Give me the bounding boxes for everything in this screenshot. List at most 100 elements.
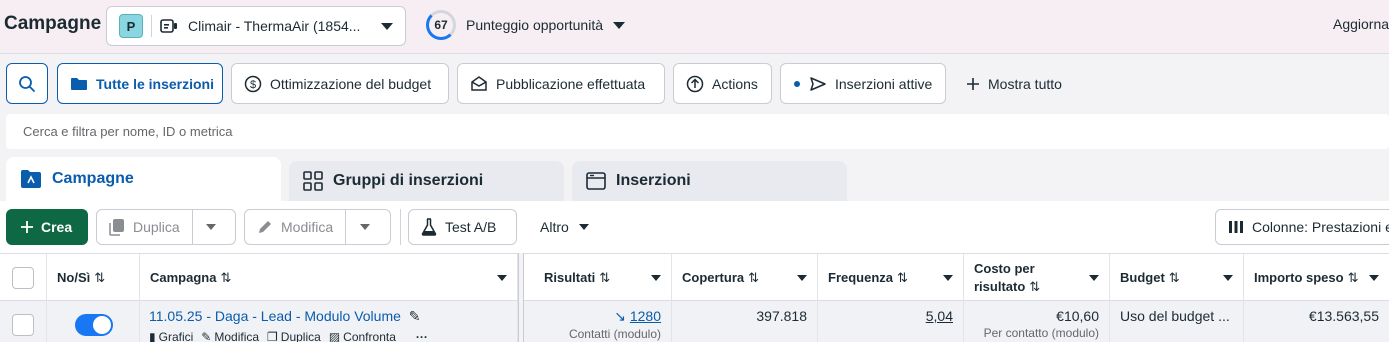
row-results-cell: ↘ 1280 Contatti (modulo) bbox=[524, 301, 672, 342]
arrow-up-circle-icon bbox=[686, 75, 704, 93]
duplicate-action[interactable]: ❐ Duplica bbox=[267, 330, 321, 342]
top-bar: Campagne P Climair - ThermaAir (1854... … bbox=[0, 0, 1389, 54]
reach-value: 397.818 bbox=[756, 308, 807, 324]
duplicate-dropdown[interactable] bbox=[191, 210, 230, 244]
col-campaign[interactable]: Campagna ⇅ bbox=[140, 254, 518, 301]
chevron-down-icon bbox=[613, 21, 625, 29]
pencil-icon: ✎ bbox=[201, 330, 212, 342]
col-budget-label: Budget bbox=[1120, 269, 1165, 285]
opportunity-score[interactable]: 67 Punteggio opportunità bbox=[426, 10, 625, 40]
campaign-toggle[interactable] bbox=[75, 314, 113, 336]
filter-all-ads[interactable]: Tutte le inserzioni bbox=[57, 63, 223, 104]
sort-icon: ⇅ bbox=[748, 269, 760, 285]
page-title: Campagne bbox=[4, 13, 102, 34]
duplicate-label: Duplica bbox=[280, 330, 321, 342]
duplicate-label: Duplica bbox=[133, 219, 180, 235]
account-selector[interactable]: P Climair - ThermaAir (1854... bbox=[106, 6, 406, 46]
chevron-down-icon bbox=[651, 274, 661, 281]
row-checkbox[interactable] bbox=[12, 314, 34, 336]
col-onoff[interactable]: No/Sì ⇅ bbox=[47, 254, 140, 301]
col-reach[interactable]: Copertura ⇅ bbox=[672, 254, 818, 301]
filter-published[interactable]: Pubblicazione effettuata bbox=[457, 63, 665, 104]
more-button[interactable]: Altro bbox=[528, 209, 601, 245]
account-avatar: P bbox=[119, 14, 143, 38]
row-budget-cell: Uso del budget ... bbox=[1110, 301, 1244, 342]
update-button[interactable]: Aggiorna bbox=[1333, 16, 1389, 32]
filter-actions[interactable]: Actions bbox=[673, 63, 772, 104]
results-sub: Contatti (modulo) bbox=[568, 327, 661, 341]
filter-bar: Tutte le inserzioni $ Ottimizzazione del… bbox=[0, 55, 1389, 113]
envelope-icon bbox=[470, 75, 488, 92]
pencil-icon[interactable]: ✎ bbox=[409, 308, 421, 324]
more-options-icon[interactable]: ··· bbox=[416, 330, 428, 342]
tab-campaigns[interactable]: Campagne bbox=[6, 157, 281, 201]
col-results[interactable]: Risultati ⇅ bbox=[524, 254, 672, 301]
columns-label: Colonne: Prestazioni e bbox=[1252, 219, 1389, 235]
edit-label: Modifica bbox=[214, 330, 260, 342]
tab-ads[interactable]: Inserzioni bbox=[572, 161, 847, 201]
folder-icon bbox=[70, 77, 88, 91]
columns-button[interactable]: Colonne: Prestazioni e bbox=[1215, 209, 1389, 245]
chevron-down-icon bbox=[381, 22, 393, 30]
score-ring: 67 bbox=[426, 10, 456, 40]
column-freeze-divider[interactable] bbox=[518, 253, 524, 342]
campaign-name: 11.05.25 - Daga - Lead - Modulo Volume bbox=[149, 308, 401, 324]
sort-icon: ⇅ bbox=[897, 269, 908, 285]
show-all-button[interactable]: Mostra tutto bbox=[954, 63, 1074, 104]
compare-icon: ▨ bbox=[328, 330, 341, 342]
frequency-value[interactable]: 5,04 bbox=[926, 308, 953, 324]
search-input[interactable] bbox=[6, 114, 1389, 149]
search-bar bbox=[6, 114, 1389, 149]
table-header: No/Sì ⇅ Campagna ⇅ Risultati ⇅ Copertura ⇅ … bbox=[0, 253, 1389, 301]
plus-icon bbox=[966, 77, 980, 91]
pencil-icon bbox=[257, 219, 273, 235]
ab-test-button[interactable]: Test A/B bbox=[408, 209, 517, 245]
edit-label: Modifica bbox=[281, 219, 334, 235]
compare-label: Confronta bbox=[343, 330, 396, 342]
filter-budget-label: Ottimizzazione del budget bbox=[270, 75, 432, 92]
search-button[interactable] bbox=[6, 63, 48, 104]
filter-published-label: Pubblicazione effettuata bbox=[496, 75, 646, 92]
filter-active-ads[interactable]: Inserzioni attive bbox=[780, 63, 946, 104]
col-frequency[interactable]: Frequenza ⇅ bbox=[818, 254, 964, 301]
sort-icon: ⇅ bbox=[1168, 269, 1180, 285]
chevron-down-icon bbox=[359, 224, 370, 230]
tab-campaigns-label: Campagne bbox=[52, 170, 134, 187]
create-button[interactable]: Crea bbox=[6, 209, 88, 245]
edit-action[interactable]: ✎ Modifica bbox=[201, 330, 259, 342]
flask-icon bbox=[421, 218, 437, 236]
charts-action[interactable]: ▮ Grafici bbox=[149, 330, 193, 342]
plus-icon bbox=[21, 221, 33, 233]
edit-dropdown[interactable] bbox=[345, 210, 383, 244]
cost-value: €10,60 bbox=[1056, 308, 1099, 324]
col-budget[interactable]: Budget ⇅ bbox=[1110, 254, 1244, 301]
select-all-checkbox[interactable] bbox=[12, 266, 34, 289]
table-row[interactable]: 11.05.25 - Daga - Lead - Modulo Volume ✎… bbox=[0, 301, 1389, 342]
campaign-name-link[interactable]: 11.05.25 - Daga - Lead - Modulo Volume ✎ bbox=[149, 308, 421, 325]
duplicate-button[interactable]: Duplica bbox=[97, 210, 192, 244]
select-all-cell bbox=[0, 254, 47, 301]
ab-test-label: Test A/B bbox=[445, 219, 497, 235]
campaign-row-actions: ▮ Grafici ✎ Modifica ❐ Duplica ▨ Confronta ·… bbox=[149, 330, 428, 342]
edit-button[interactable]: Modifica bbox=[245, 210, 345, 244]
sort-icon: ⇅ bbox=[1347, 269, 1359, 285]
sort-icon: ⇅ bbox=[94, 269, 106, 285]
filter-active-ads-label: Inserzioni attive bbox=[835, 75, 933, 92]
results-number: 1280 bbox=[629, 308, 661, 324]
tab-adsets[interactable]: Gruppi di inserzioni bbox=[289, 161, 564, 201]
row-select-cell bbox=[0, 301, 47, 342]
create-label: Crea bbox=[41, 219, 73, 235]
col-amount-spent[interactable]: Importo speso ⇅ bbox=[1244, 254, 1389, 301]
filter-all-ads-label: Tutte le inserzioni bbox=[96, 75, 214, 92]
compare-action[interactable]: ▨ Confronta bbox=[329, 330, 396, 342]
copy-icon bbox=[109, 218, 125, 236]
show-all-label: Mostra tutto bbox=[988, 75, 1062, 92]
col-spent-label: Importo speso bbox=[1254, 269, 1344, 285]
edit-button-group: Modifica bbox=[244, 209, 391, 245]
results-value[interactable]: ↘ 1280 bbox=[534, 308, 661, 325]
col-cost-per-result[interactable]: Costo per risultato ⇅ bbox=[964, 254, 1110, 301]
ad-account-icon bbox=[160, 18, 182, 34]
toolbar: Crea Duplica Modifica Test A/B Altro Col… bbox=[0, 201, 1389, 253]
sort-icon: ⇅ bbox=[220, 269, 232, 285]
filter-budget-optimization[interactable]: $ Ottimizzazione del budget bbox=[231, 63, 449, 104]
